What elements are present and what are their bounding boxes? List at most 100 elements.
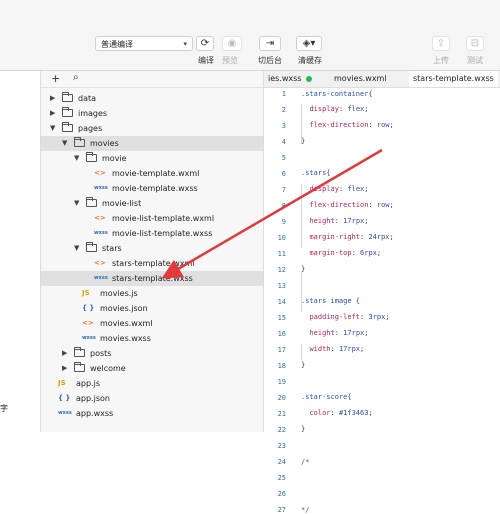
background-label: 切后台: [258, 56, 282, 65]
tree-file[interactable]: wxss stars-template.wxss: [41, 271, 263, 286]
line-number: 17: [277, 346, 286, 354]
tree-file[interactable]: { } app.json: [41, 391, 263, 406]
tree-item-label: stars: [102, 244, 122, 253]
tree-file[interactable]: { } movies.json: [41, 301, 263, 316]
line-number: 10: [277, 234, 286, 242]
tree-folder[interactable]: ▼ pages: [41, 121, 263, 136]
line-number: 20: [277, 394, 286, 402]
file-explorer: + ⌕ ▶ data ▶ images ▼ pages ▼ movies ▼ movie <> mov…: [41, 71, 264, 432]
line-number: 5: [281, 154, 286, 162]
indent-guide: [301, 272, 302, 312]
tree-file[interactable]: JS app.js: [41, 376, 263, 391]
tree-folder[interactable]: ▶ posts: [41, 346, 263, 361]
tree-item-label: data: [78, 94, 97, 103]
chevron-right-icon[interactable]: ▶: [62, 361, 67, 376]
line-number: 21: [277, 410, 286, 418]
tab-movies-wxss[interactable]: ies.wxss: [264, 71, 305, 87]
chevron-down-icon[interactable]: ▼: [74, 151, 79, 166]
line-number: 3: [281, 122, 286, 130]
background-button[interactable]: ⇥: [259, 36, 281, 51]
tree-item-label: movies: [90, 139, 119, 148]
css-prop: flex-direction: [309, 121, 369, 129]
code-line: margin-right: 24rpx;: [309, 233, 394, 241]
clear-cache-button[interactable]: ◈▾: [296, 36, 322, 51]
css-prop: height: [309, 217, 335, 225]
wxss-file-icon: wxss: [94, 230, 108, 236]
tree-item-label: pages: [78, 124, 103, 133]
chevron-right-icon[interactable]: ▶: [50, 106, 55, 121]
line-number: 25: [277, 474, 286, 482]
code-line: .stars{: [301, 169, 331, 177]
tree-file[interactable]: <> movies.wxml: [41, 316, 263, 331]
tree-item-label: movie-template.wxml: [112, 169, 200, 178]
chevron-down-icon[interactable]: ▼: [74, 196, 79, 211]
tree-item-label: stars-template.wxml: [112, 259, 195, 268]
tree-file[interactable]: wxss movie-template.wxss: [41, 181, 263, 196]
tree-file[interactable]: wxss app.wxss: [41, 406, 263, 421]
upload-button[interactable]: ⇪: [432, 36, 450, 51]
test-label: 测试: [467, 56, 483, 65]
tree-folder[interactable]: ▶ welcome: [41, 361, 263, 376]
folder-icon: [62, 107, 73, 117]
wxml-file-icon: <>: [82, 319, 94, 327]
chevron-right-icon[interactable]: ▶: [50, 91, 55, 106]
search-icon[interactable]: ⌕: [73, 72, 79, 83]
wxml-file-icon: <>: [94, 214, 106, 222]
toolbar: 普通编译 ▾ ⟳ ◉ ⇥ ◈▾ ⇪ ⊟ 编译 预览 切后台 清缓存 上传 测试: [0, 0, 500, 71]
tree-folder[interactable]: ▶ images: [41, 106, 263, 121]
css-prop: height: [309, 329, 335, 337]
code-line: .stars image {: [301, 297, 361, 305]
code-line: margin-top: 6rpx;: [309, 249, 382, 257]
js-file-icon: JS: [82, 289, 90, 297]
line-number: 23: [277, 442, 286, 450]
modified-dot-icon: [306, 76, 312, 82]
tree-file[interactable]: <> movie-list-template.wxml: [41, 211, 263, 226]
css-prop: margin-right: [309, 233, 361, 241]
tree-folder[interactable]: ▼ movies: [41, 136, 263, 151]
tree-item-label: movie-template.wxss: [112, 184, 198, 193]
tree-item-label: movie-list-template.wxml: [112, 214, 215, 223]
file-tree: ▶ data ▶ images ▼ pages ▼ movies ▼ movie <> movie-t…: [41, 91, 263, 421]
tree-folder[interactable]: ▼ movie-list: [41, 196, 263, 211]
upload-icon: ⇪: [436, 38, 446, 49]
compile-mode-select[interactable]: 普通编译 ▾: [95, 36, 193, 51]
tree-folder[interactable]: ▼ stars: [41, 241, 263, 256]
compile-button[interactable]: ⟳: [196, 36, 214, 51]
tree-file[interactable]: wxss movie-list-template.wxss: [41, 226, 263, 241]
wxml-file-icon: <>: [94, 169, 106, 177]
clear-cache-label: 清缓存: [298, 56, 322, 65]
tab-stars-template-wxss[interactable]: stars-template.wxss: [409, 71, 498, 87]
explorer-header: + ⌕: [41, 71, 263, 88]
tree-folder[interactable]: ▼ movie: [41, 151, 263, 166]
chevron-right-icon[interactable]: ▶: [62, 346, 67, 361]
tree-file[interactable]: wxss movies.wxss: [41, 331, 263, 346]
code-line: .star-score{: [301, 393, 352, 401]
chevron-down-icon[interactable]: ▼: [50, 121, 55, 136]
line-number: 6: [281, 170, 286, 178]
tree-item-label: movie-list-template.wxss: [112, 229, 213, 238]
preview-button[interactable]: ◉: [222, 36, 242, 51]
tree-file[interactable]: <> movie-template.wxml: [41, 166, 263, 181]
layers-icon: ◈▾: [302, 38, 316, 49]
tree-item-label: posts: [90, 349, 112, 358]
css-value: 3rpx: [368, 313, 386, 321]
line-number: 18: [277, 362, 286, 370]
tree-file[interactable]: JS movies.js: [41, 286, 263, 301]
chevron-down-icon[interactable]: ▼: [62, 136, 67, 151]
chevron-down-icon[interactable]: ▼: [74, 241, 79, 256]
tree-item-label: movie: [102, 154, 127, 163]
code-editor[interactable]: 1 2 3 4 5 6 7 8 9 10 11 12 13 14 15 16 17 18 19 20 21 22 23 24 2…: [264, 88, 500, 514]
tree-item-label: welcome: [90, 364, 126, 373]
line-number: 24: [277, 458, 286, 466]
tab-label: movies.wxml: [334, 74, 387, 83]
css-prop: margin-top: [309, 249, 352, 257]
css-value: 17rpx: [338, 345, 361, 353]
folder-icon: [86, 242, 97, 252]
add-icon[interactable]: +: [51, 72, 60, 85]
test-button[interactable]: ⊟: [466, 36, 484, 51]
tab-movies-wxml[interactable]: movies.wxml: [330, 71, 391, 87]
tree-file[interactable]: <> stars-template.wxml: [41, 256, 263, 271]
code-line: }: [301, 265, 306, 273]
tree-folder[interactable]: ▶ data: [41, 91, 263, 106]
compile-mode-value: 普通编译: [101, 40, 133, 49]
